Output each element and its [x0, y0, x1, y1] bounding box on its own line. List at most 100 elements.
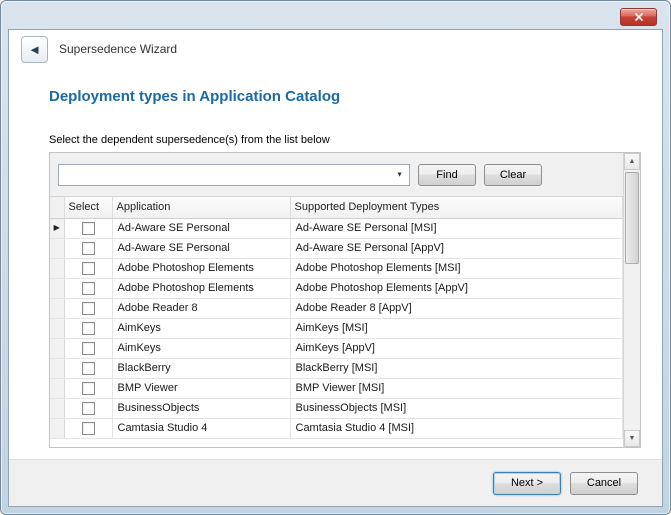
scroll-up-button[interactable]: ▲	[624, 153, 640, 170]
table-row[interactable]: BlackBerry BlackBerry [MSI]	[50, 358, 623, 378]
row-indicator-cell	[50, 238, 64, 258]
cancel-button[interactable]: Cancel	[570, 472, 638, 495]
supersedence-table: Select Application Supported Deployment …	[50, 197, 623, 447]
select-cell	[64, 218, 112, 238]
select-cell	[64, 418, 112, 438]
column-header-deployment-types[interactable]: Supported Deployment Types	[290, 197, 623, 218]
application-cell: Ad-Aware SE Personal	[112, 238, 290, 258]
filter-combobox[interactable]: ▼	[58, 164, 410, 186]
instruction-text: Select the dependent supersedence(s) fro…	[49, 134, 330, 146]
deployment-type-cell: Adobe Photoshop Elements [MSI]	[290, 258, 623, 278]
select-cell	[64, 358, 112, 378]
table-header-row: Select Application Supported Deployment …	[50, 197, 623, 218]
table-row[interactable]: Ad-Aware SE Personal Ad-Aware SE Persona…	[50, 238, 623, 258]
application-cell: BusinessObjects	[112, 398, 290, 418]
row-indicator-cell	[50, 358, 64, 378]
next-button[interactable]: Next >	[493, 472, 561, 495]
find-button[interactable]: Find	[418, 164, 476, 186]
row-indicator-cell	[50, 378, 64, 398]
select-cell	[64, 238, 112, 258]
row-checkbox[interactable]	[82, 362, 95, 375]
table-row[interactable]: ▶ Ad-Aware SE Personal Ad-Aware SE Perso…	[50, 218, 623, 238]
row-indicator-cell	[50, 258, 64, 278]
table-row[interactable]: Adobe Photoshop Elements Adobe Photoshop…	[50, 278, 623, 298]
page-title: Deployment types in Application Catalog	[49, 88, 340, 105]
deployment-type-cell: Camtasia Studio 4 [MSI]	[290, 418, 623, 438]
row-indicator-header	[50, 197, 64, 218]
application-cell: Adobe Reader 8	[112, 298, 290, 318]
row-indicator-cell	[50, 398, 64, 418]
select-cell	[64, 378, 112, 398]
current-row-marker: ▶	[54, 223, 60, 232]
row-checkbox[interactable]	[82, 382, 95, 395]
back-arrow-icon: ◄	[28, 43, 41, 56]
table-body: ▶ Ad-Aware SE Personal Ad-Aware SE Perso…	[50, 218, 623, 438]
deployment-type-cell: Ad-Aware SE Personal [MSI]	[290, 218, 623, 238]
row-checkbox[interactable]	[82, 402, 95, 415]
scroll-down-button[interactable]: ▼	[624, 430, 640, 447]
scrollbar-thumb[interactable]	[625, 172, 639, 264]
chevron-down-icon[interactable]: ▼	[396, 171, 403, 178]
row-indicator-cell	[50, 278, 64, 298]
table-row[interactable]: AimKeys AimKeys [AppV]	[50, 338, 623, 358]
row-checkbox[interactable]	[82, 242, 95, 255]
row-indicator-cell: ▶	[50, 218, 64, 238]
deployment-type-cell: AimKeys [AppV]	[290, 338, 623, 358]
row-checkbox[interactable]	[82, 322, 95, 335]
deployment-type-cell: AimKeys [MSI]	[290, 318, 623, 338]
deployment-type-cell: Ad-Aware SE Personal [AppV]	[290, 238, 623, 258]
deployment-type-cell: Adobe Photoshop Elements [AppV]	[290, 278, 623, 298]
select-cell	[64, 338, 112, 358]
table-row[interactable]: BMP Viewer BMP Viewer [MSI]	[50, 378, 623, 398]
close-button[interactable]	[620, 8, 657, 26]
clear-button[interactable]: Clear	[484, 164, 542, 186]
application-cell: BlackBerry	[112, 358, 290, 378]
deployment-type-cell: BusinessObjects [MSI]	[290, 398, 623, 418]
row-indicator-cell	[50, 418, 64, 438]
window-title: Supersedence Wizard	[59, 42, 177, 56]
table-row[interactable]: AimKeys AimKeys [MSI]	[50, 318, 623, 338]
select-cell	[64, 318, 112, 338]
application-cell: AimKeys	[112, 338, 290, 358]
deployment-type-cell: Adobe Reader 8 [AppV]	[290, 298, 623, 318]
wizard-dialog: ◄ Supersedence Wizard Deployment types i…	[8, 29, 663, 507]
row-indicator-cell	[50, 318, 64, 338]
application-cell: AimKeys	[112, 318, 290, 338]
deployment-type-cell: BMP Viewer [MSI]	[290, 378, 623, 398]
table-row[interactable]: Adobe Reader 8 Adobe Reader 8 [AppV]	[50, 298, 623, 318]
row-checkbox[interactable]	[82, 282, 95, 295]
back-button[interactable]: ◄	[21, 36, 48, 63]
row-checkbox[interactable]	[82, 262, 95, 275]
select-cell	[64, 298, 112, 318]
table-row[interactable]: BusinessObjects BusinessObjects [MSI]	[50, 398, 623, 418]
wizard-window: ◄ Supersedence Wizard Deployment types i…	[0, 0, 671, 515]
row-checkbox[interactable]	[82, 302, 95, 315]
column-header-application[interactable]: Application	[112, 197, 290, 218]
table-row[interactable]: Adobe Photoshop Elements Adobe Photoshop…	[50, 258, 623, 278]
select-cell	[64, 398, 112, 418]
close-icon	[635, 13, 643, 21]
column-header-select[interactable]: Select	[64, 197, 112, 218]
scroll-up-icon: ▲	[629, 158, 636, 165]
row-checkbox[interactable]	[82, 342, 95, 355]
row-checkbox[interactable]	[82, 222, 95, 235]
supersedence-list-panel: ▼ Find Clear Select Application Sup	[49, 152, 641, 448]
vertical-scrollbar[interactable]: ▲ ▼	[623, 153, 640, 447]
table-row[interactable]: Camtasia Studio 4 Camtasia Studio 4 [MSI…	[50, 418, 623, 438]
application-cell: BMP Viewer	[112, 378, 290, 398]
filter-toolbar: ▼ Find Clear	[50, 153, 640, 197]
application-cell: Adobe Photoshop Elements	[112, 258, 290, 278]
application-cell: Ad-Aware SE Personal	[112, 218, 290, 238]
filter-input[interactable]	[59, 165, 409, 185]
wizard-header: ◄ Supersedence Wizard	[9, 30, 662, 68]
deployment-type-cell: BlackBerry [MSI]	[290, 358, 623, 378]
row-checkbox[interactable]	[82, 422, 95, 435]
select-cell	[64, 278, 112, 298]
application-cell: Adobe Photoshop Elements	[112, 278, 290, 298]
row-indicator-cell	[50, 338, 64, 358]
wizard-footer: Next > Cancel	[9, 459, 662, 506]
scroll-down-icon: ▼	[629, 435, 636, 442]
application-cell: Camtasia Studio 4	[112, 418, 290, 438]
row-indicator-cell	[50, 298, 64, 318]
select-cell	[64, 258, 112, 278]
